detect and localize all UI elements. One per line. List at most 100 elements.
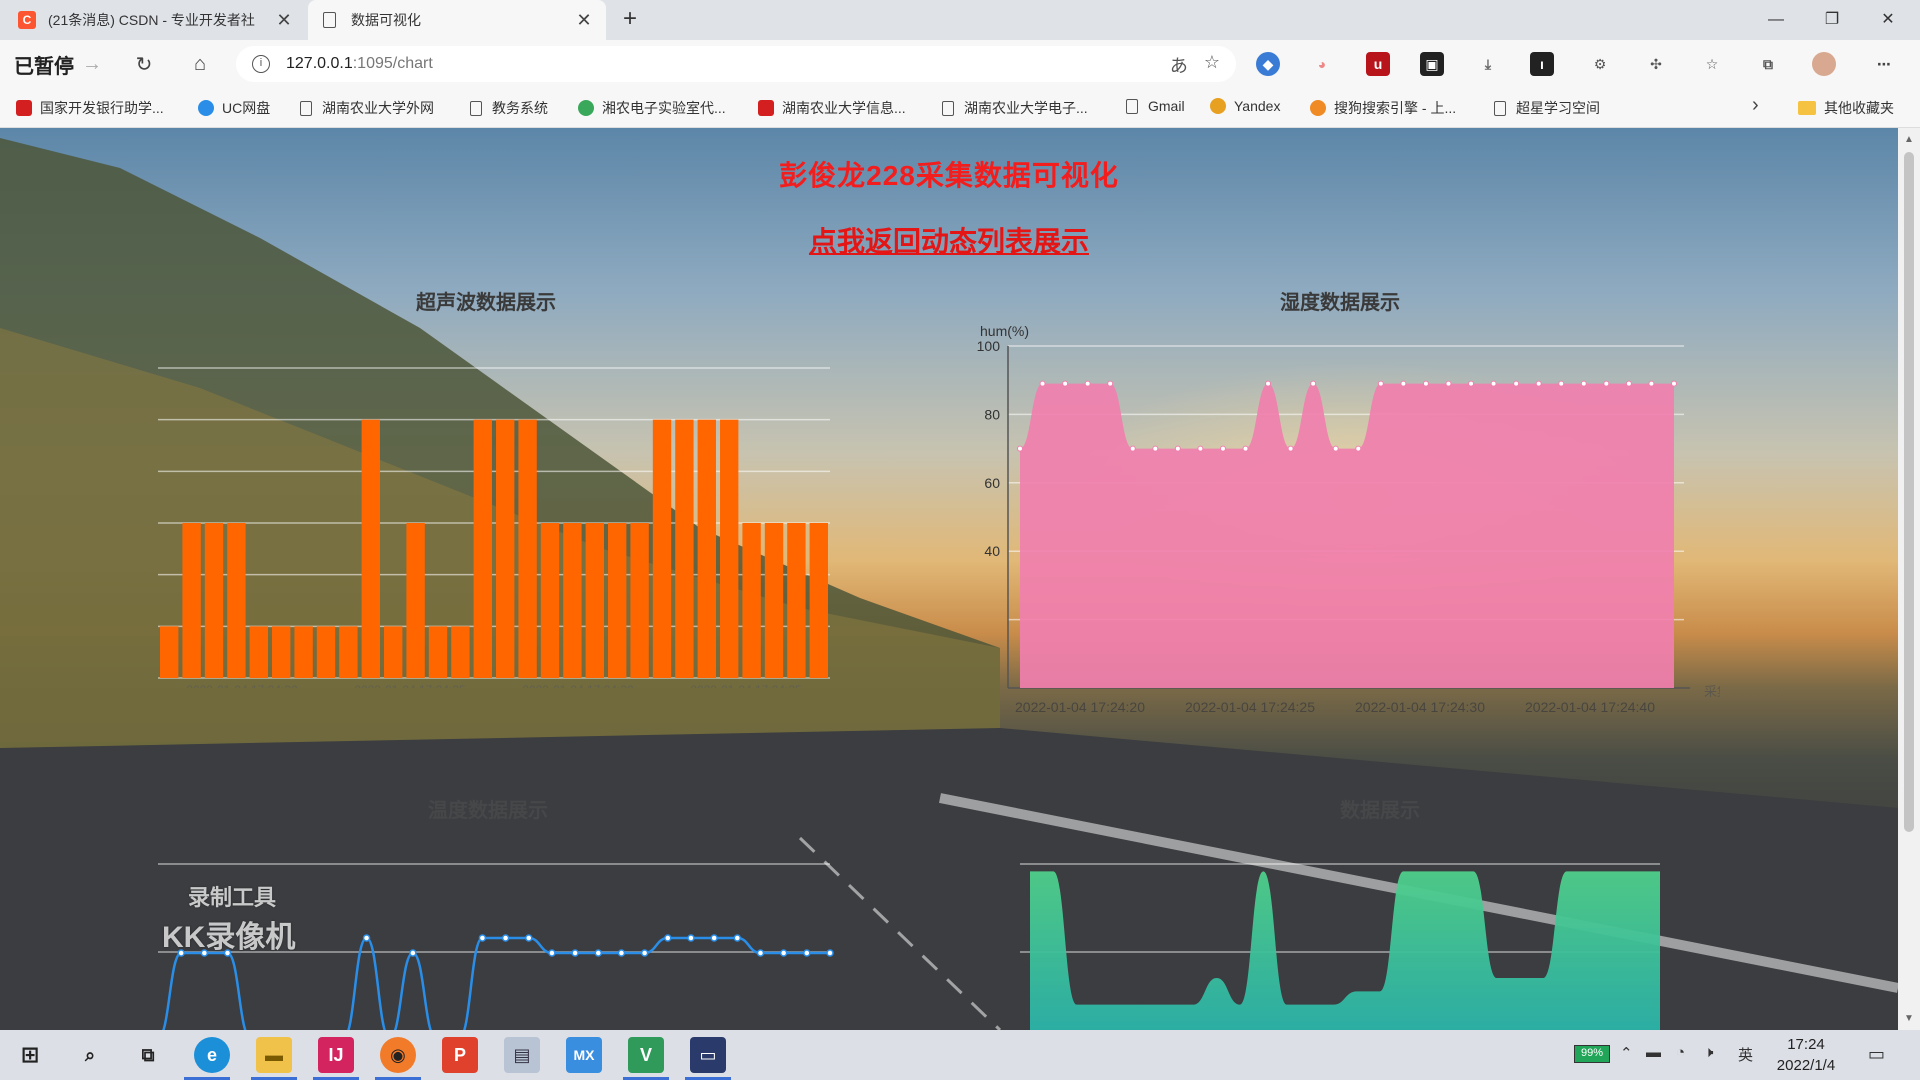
bookmark-label: 湘农电子实验室代... [602, 100, 726, 116]
favorites-icon[interactable]: ☆ [1700, 52, 1724, 76]
bookmark-item[interactable]: Yandex [1210, 98, 1280, 114]
battery-icon[interactable]: ▬ [1646, 1044, 1661, 1061]
back-link-text[interactable]: 点我返回动态列表展示 [809, 226, 1089, 257]
ultrasonic-bar [742, 523, 761, 678]
bookmark-item[interactable]: UC网盘 [198, 98, 270, 118]
info-icon[interactable]: i [252, 55, 270, 73]
bookmark-item[interactable]: 湖南农业大学外网 [298, 98, 434, 118]
close-icon[interactable]: ✕ [274, 10, 294, 31]
new-tab-button[interactable]: + [614, 4, 646, 36]
humidity-point [1017, 445, 1023, 452]
url-text[interactable]: 127.0.0.1:1095/chart [286, 55, 433, 73]
collections-icon[interactable]: ⧉ [1756, 52, 1780, 76]
add-favorite-icon[interactable]: ☆ [1204, 52, 1220, 78]
bookmark-item[interactable]: 湖南农业大学电子... [940, 98, 1088, 118]
vertical-scrollbar[interactable]: ▲ ▼ [1898, 128, 1920, 1030]
bookmark-label: Gmail [1148, 98, 1185, 114]
temperature-point [362, 934, 371, 942]
humidity-point [1174, 445, 1181, 452]
extension-icon[interactable]: ◆ [1256, 52, 1280, 76]
volume-muted-icon[interactable]: 🕨 [1704, 1044, 1713, 1061]
recorder-watermark: 录制工具 KK录像机 [162, 880, 295, 956]
system-clock[interactable]: 17:24 2022/1/4 [1766, 1034, 1846, 1076]
close-window-button[interactable]: ✕ [1860, 0, 1916, 40]
ultrasonic-bar [361, 419, 380, 678]
ultrasonic-bar [496, 419, 515, 678]
battery-indicator[interactable]: 99% [1574, 1045, 1610, 1063]
humidity-area-chart: 40 60 80 100hum(%) 采集时间 2022-01-04 17:24:20 20… [977, 323, 1720, 715]
mobaxterm-icon[interactable]: MX [566, 1037, 602, 1073]
cloud-icon [198, 100, 214, 116]
bookmark-item[interactable]: 超星学习空间 [1492, 98, 1600, 118]
settings-extension-icon[interactable]: ⚙ [1588, 52, 1612, 76]
ultrasonic-bar [294, 626, 313, 678]
extension-icon[interactable]: ı [1530, 52, 1554, 76]
ultrasonic-chart-title: 超声波数据展示 [416, 292, 556, 314]
bookmark-label: 湖南农业大学电子... [964, 100, 1088, 116]
ultrasonic-bar [585, 523, 604, 678]
extensions-icon[interactable]: ✣ [1644, 52, 1668, 76]
refresh-icon[interactable]: ↻ [128, 48, 160, 80]
temperature-point [826, 949, 834, 957]
search-icon[interactable]: ⌕ [72, 1037, 108, 1073]
task-view-icon[interactable]: ⧉ [130, 1037, 166, 1073]
ultrasonic-bar [451, 626, 470, 678]
y-tick-label: 100 [977, 338, 1001, 354]
ultrasonic-bar [563, 523, 582, 678]
humidity-point [1648, 380, 1655, 387]
humidity-point [1580, 380, 1587, 387]
forward-icon[interactable]: → [76, 48, 108, 80]
notification-icon[interactable]: ▭ [1868, 1044, 1885, 1065]
extension-icon[interactable]: ▣ [1420, 52, 1444, 76]
download-icon[interactable]: ⤓ [1476, 52, 1500, 76]
tab-data-visualization[interactable]: 数据可视化 ✕ [308, 0, 606, 40]
paused-label[interactable]: 已暂停 [14, 50, 74, 79]
bookmark-item[interactable]: 国家开发银行助学... [16, 98, 164, 118]
ublock-icon[interactable]: u [1366, 52, 1390, 76]
bookmark-label: 搜狗搜索引擎 - 上... [1334, 100, 1457, 116]
tab-csdn[interactable]: C (21条消息) CSDN - 专业开发者社 ✕ [6, 0, 306, 40]
image-viewer-icon[interactable]: ▤ [504, 1037, 540, 1073]
bookmark-item[interactable]: 搜狗搜索引擎 - 上... [1310, 98, 1456, 118]
bookmark-item[interactable]: 湖南农业大学信息... [758, 98, 906, 118]
restore-button[interactable]: ❐ [1804, 0, 1860, 40]
vim-icon[interactable]: V [628, 1037, 664, 1073]
close-icon[interactable]: ✕ [574, 10, 594, 31]
windows-start-icon[interactable]: ⊞ [12, 1037, 48, 1073]
other-bookmarks-folder[interactable]: 其他收藏夹 [1798, 98, 1894, 118]
humidity-point [1062, 380, 1069, 387]
keyboard-app-icon[interactable]: ▭ [690, 1037, 726, 1073]
avatar[interactable] [1812, 52, 1836, 76]
home-icon[interactable]: ⌂ [184, 48, 216, 80]
temperature-point [501, 934, 510, 942]
bookmark-item[interactable]: 教务系统 [468, 98, 548, 118]
intellij-icon[interactable]: IJ [318, 1037, 354, 1073]
humidity-point [1219, 445, 1226, 452]
chevron-right-icon[interactable]: › [1752, 94, 1759, 117]
extension-cat-icon[interactable]: ◕ [1310, 52, 1334, 76]
powerpoint-icon[interactable]: P [442, 1037, 478, 1073]
minimize-button[interactable]: — [1748, 0, 1804, 40]
wifi-icon[interactable]: ◔ [1676, 1044, 1685, 1061]
scroll-down-icon[interactable]: ▼ [1902, 1013, 1916, 1024]
bookmark-item[interactable]: 湘农电子实验室代... [578, 98, 726, 118]
file-explorer-icon[interactable]: ▬ [256, 1037, 292, 1073]
bank-icon [16, 100, 32, 116]
x-tick-label: 2022-01-04 17:24:35 [690, 683, 802, 688]
humidity-point [1490, 380, 1497, 387]
clock-time: 17:24 [1787, 1036, 1825, 1053]
read-aloud-icon[interactable]: あ [1170, 52, 1188, 78]
folder-label: 其他收藏夹 [1824, 100, 1894, 116]
recorder-app-icon[interactable]: ◉ [380, 1037, 416, 1073]
ime-indicator[interactable]: 英 [1738, 1044, 1753, 1065]
humidity-point [1355, 445, 1362, 452]
ultrasonic-bar [384, 626, 403, 678]
chevron-up-icon[interactable]: ⌃ [1620, 1044, 1633, 1062]
more-icon[interactable]: ⋯ [1872, 52, 1896, 76]
humidity-point [1468, 380, 1475, 387]
scroll-up-icon[interactable]: ▲ [1902, 134, 1916, 145]
address-bar[interactable]: i 127.0.0.1:1095/chart あ ☆ [236, 46, 1236, 82]
scrollbar-thumb[interactable] [1904, 152, 1914, 832]
bookmark-item[interactable]: Gmail [1124, 98, 1185, 114]
edge-icon[interactable]: e [194, 1037, 230, 1073]
